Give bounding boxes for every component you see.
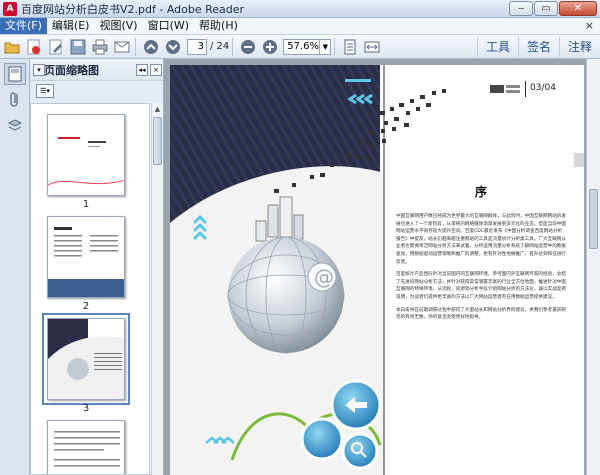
- comment-link[interactable]: 注释: [558, 37, 600, 57]
- close-button[interactable]: ✕: [559, 1, 597, 16]
- open-folder-icon[interactable]: [2, 37, 22, 57]
- thumbnail-label: 2: [82, 301, 90, 312]
- maximize-button[interactable]: ▭: [534, 1, 558, 16]
- minimize-button[interactable]: ‒: [509, 1, 533, 16]
- pdf-page: @ 03/04 序 中国互联网用户数已经成为世界最大的互联网群体，与此同时，中国…: [170, 65, 584, 475]
- document-scrollbar[interactable]: [586, 59, 600, 475]
- next-page-icon[interactable]: [163, 37, 183, 57]
- thumbnail-page-2[interactable]: [47, 216, 125, 298]
- menu-view[interactable]: 视图(V): [94, 18, 142, 34]
- scroll-thumb[interactable]: [153, 117, 162, 165]
- toolbar-separator: [232, 37, 234, 56]
- zoom-in-icon[interactable]: [260, 37, 280, 57]
- create-pdf-icon[interactable]: [24, 37, 44, 57]
- navigation-pane-strip: [0, 59, 30, 475]
- paragraph: 本白皮书在前期调研过程中获得了大量站长和网站分析界的建议，供我们参考最新研究的有…: [396, 307, 566, 321]
- page-total: / 24: [210, 41, 230, 52]
- window-title: 百度网站分析白皮书V2.pdf - Adobe Reader: [21, 2, 245, 16]
- menu-window[interactable]: 窗口(W): [143, 18, 194, 34]
- tools-link[interactable]: 工具: [476, 37, 518, 57]
- paragraph: 中国互联网用户数已经成为世界最大的互联网群体，与此同时，中国互联网网站的发展也进…: [396, 214, 566, 265]
- thumbnail-page-1[interactable]: [47, 114, 125, 196]
- zoom-select[interactable]: 57.6% ▼: [283, 38, 332, 55]
- thumbnail-page-4[interactable]: [47, 420, 125, 474]
- thumbnail-page-3[interactable]: [42, 313, 130, 405]
- title-bar: A 百度网站分析白皮书V2.pdf - Adobe Reader ‒ ▭ ✕: [0, 0, 600, 18]
- toolbar-separator: [334, 37, 336, 56]
- page-thumbnails-icon[interactable]: [3, 63, 26, 85]
- fit-width-icon[interactable]: [362, 37, 382, 57]
- attachments-icon[interactable]: [4, 89, 26, 111]
- adobe-reader-icon: A: [3, 1, 17, 16]
- paragraph: 百度统计产品团队针对当前国内的互联网环境，参考国内外互联网专家的经验，总结了先进…: [396, 272, 566, 300]
- zoom-value: 57.6%: [287, 40, 320, 52]
- scroll-up-icon[interactable]: ▲: [152, 103, 163, 115]
- body-text: 中国互联网用户数已经成为世界最大的互联网群体，与此同时，中国互联网网站的发展也进…: [396, 213, 566, 322]
- email-icon[interactable]: [112, 37, 132, 57]
- thumbnail-label: 1: [82, 199, 90, 210]
- thumbnail-panel: ▾ 页面缩略图 ◂◂ × ☰▾ 1 2 3 ▲: [30, 59, 164, 475]
- options-icon[interactable]: ☰▾: [36, 84, 54, 98]
- scroll-thumb[interactable]: [589, 189, 598, 249]
- section-heading: 序: [475, 185, 488, 199]
- menu-file[interactable]: 文件(F): [0, 18, 47, 34]
- panel-menu-icon[interactable]: ▾: [33, 64, 45, 76]
- toolbar: 3 / 24 57.6% ▼ 工具 签名 注释: [0, 35, 600, 59]
- collapse-panel-icon[interactable]: ◂◂: [136, 64, 148, 76]
- toolbar-separator: [135, 37, 136, 56]
- fit-page-icon[interactable]: [340, 37, 360, 57]
- chevron-down-icon[interactable]: ▼: [319, 39, 330, 54]
- menu-bar: 文件(F) 编辑(E) 视图(V) 窗口(W) 帮助(H) ×: [0, 18, 600, 35]
- close-document-icon[interactable]: ×: [585, 19, 594, 32]
- save-icon[interactable]: [68, 37, 88, 57]
- print-icon[interactable]: [90, 37, 110, 57]
- thumbnail-list: 1 2 3: [30, 103, 150, 475]
- menu-edit[interactable]: 编辑(E): [47, 18, 95, 34]
- panel-title: 页面缩略图: [44, 63, 99, 77]
- thumbnail-scrollbar[interactable]: ▲: [151, 103, 163, 475]
- sign-link[interactable]: 签名: [517, 37, 559, 57]
- close-panel-icon[interactable]: ×: [150, 64, 162, 76]
- page-number-input[interactable]: 3: [187, 38, 207, 55]
- page-number-label: 03/04: [530, 83, 556, 93]
- previous-page-icon[interactable]: [141, 37, 161, 57]
- thumbnail-label: 3: [82, 403, 90, 414]
- layers-icon[interactable]: [4, 115, 26, 137]
- svg-text:@: @: [314, 265, 334, 289]
- menu-help[interactable]: 帮助(H): [194, 18, 243, 34]
- edit-icon[interactable]: [46, 37, 66, 57]
- zoom-out-icon[interactable]: [238, 37, 258, 57]
- document-area: @ 03/04 序 中国互联网用户数已经成为世界最大的互联网群体，与此同时，中国…: [164, 59, 600, 475]
